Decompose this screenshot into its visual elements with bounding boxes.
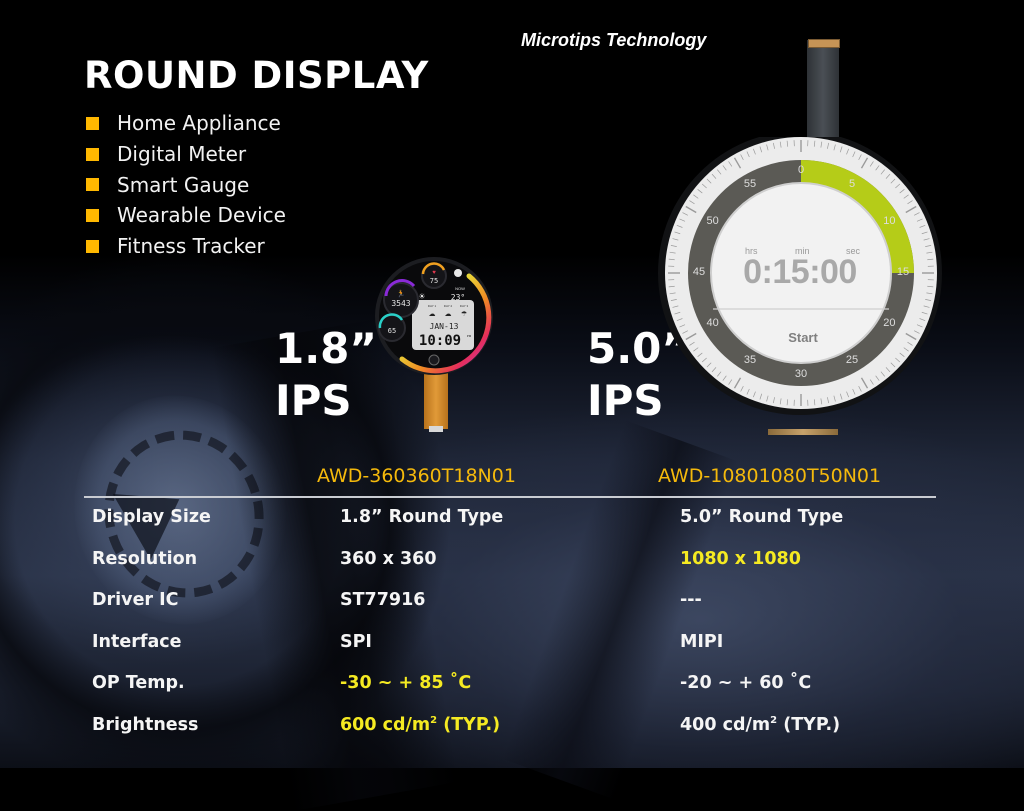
- spec-value-model-2: MIPI: [680, 632, 723, 652]
- large-display-connector: [808, 39, 840, 48]
- small-round-display-watch-face: 🏃 3543 ♥ 75 65 NOW ☀ 23° DAY 1 DAY 2 DAY…: [374, 256, 494, 376]
- start-button[interactable]: Start: [773, 330, 833, 345]
- time-value: 10:09: [419, 333, 461, 349]
- forecast-day-label: DAY 2: [444, 304, 453, 308]
- battery-value: 65: [388, 327, 396, 335]
- spec-row-label: Display Size: [92, 507, 211, 527]
- model-number-2: AWD-10801080T50N01: [658, 465, 881, 487]
- spec-value-model-2: 1080 x 1080: [680, 549, 801, 569]
- ampm-label: PM: [467, 334, 472, 338]
- spec-value-model-1: -30 ~ + 85 ˚C: [340, 673, 471, 693]
- application-label: Home Appliance: [117, 111, 281, 135]
- forecast-day-label: DAY 3: [460, 304, 469, 308]
- model-number-1: AWD-360360T18N01: [317, 465, 516, 487]
- steps-runner-icon: 🏃: [397, 289, 406, 298]
- brand-name: Microtips Technology: [521, 30, 706, 51]
- product-1-size: 1.8”: [275, 325, 377, 372]
- bullet-square-icon: [86, 178, 99, 191]
- rain-cloud-icon: ☂: [461, 310, 467, 318]
- application-item: Smart Gauge: [86, 169, 286, 200]
- bullet-square-icon: [86, 148, 99, 161]
- spec-value-model-1: ST77916: [340, 590, 425, 610]
- large-display-flex-cable: [807, 40, 839, 150]
- spec-value-model-1: 360 x 360: [340, 549, 437, 569]
- cloud-icon: ☁: [445, 311, 452, 318]
- small-display-connector: [429, 426, 443, 432]
- timer-readout: 0:15:00: [720, 253, 880, 292]
- application-item: Home Appliance: [86, 108, 286, 139]
- spec-value-model-2: ---: [680, 590, 702, 610]
- application-label: Digital Meter: [117, 142, 246, 166]
- bullet-square-icon: [86, 240, 99, 253]
- spec-value-model-1: SPI: [340, 632, 372, 652]
- application-list: Home Appliance Digital Meter Smart Gauge…: [86, 108, 286, 261]
- dial-number: 25: [840, 354, 864, 366]
- spec-value-model-1: 1.8” Round Type: [340, 507, 503, 527]
- weather-now-label: NOW: [455, 286, 465, 291]
- moon-icon: [454, 269, 462, 277]
- dial-number: 0: [789, 164, 813, 176]
- cloud-icon: ☁: [429, 311, 436, 318]
- spec-row-label: Driver IC: [92, 590, 179, 610]
- application-label: Smart Gauge: [117, 173, 249, 197]
- p-logo-icon: [429, 355, 439, 365]
- spec-value-model-2: 400 cd/m2 (TYP.): [680, 715, 840, 735]
- spec-value-model-2: -20 ~ + 60 ˚C: [680, 673, 811, 693]
- application-item: Fitness Tracker: [86, 231, 286, 262]
- dial-number: 40: [701, 317, 725, 329]
- dial-number: 30: [789, 368, 813, 380]
- dial-number: 5: [840, 178, 864, 190]
- application-label: Wearable Device: [117, 203, 286, 227]
- application-label: Fitness Tracker: [117, 234, 265, 258]
- spec-value-model-1: 600 cd/m2 (TYP.): [340, 715, 500, 735]
- bullet-square-icon: [86, 209, 99, 222]
- dial-number: 10: [877, 215, 901, 227]
- dial-number: 55: [738, 178, 762, 190]
- spec-row-label: Resolution: [92, 549, 197, 569]
- page-title: ROUND DISPLAY: [84, 54, 429, 97]
- spec-row-label: Interface: [92, 632, 182, 652]
- heart-rate-value: 75: [430, 277, 438, 285]
- sun-icon: ☀: [418, 292, 425, 301]
- spec-value-model-2: 5.0” Round Type: [680, 507, 843, 527]
- dial-number: 15: [891, 266, 915, 278]
- small-display-flex-cable: [424, 367, 448, 429]
- temperature-value: 23°: [451, 293, 465, 302]
- dial-number: 45: [687, 266, 711, 278]
- table-header-rule: [84, 496, 936, 498]
- heart-icon: ♥: [432, 270, 436, 276]
- spec-row-label: Brightness: [92, 715, 198, 735]
- steps-value: 3543: [391, 299, 410, 308]
- spec-row-label: OP Temp.: [92, 673, 185, 693]
- dial-number: 50: [701, 215, 725, 227]
- product-1-panel-type: IPS: [275, 377, 377, 424]
- product-1-size-label: 1.8” IPS: [275, 325, 377, 424]
- forecast-day-label: DAY 1: [428, 304, 437, 308]
- bullet-square-icon: [86, 117, 99, 130]
- application-item: Digital Meter: [86, 139, 286, 170]
- dial-number: 35: [738, 354, 762, 366]
- application-item: Wearable Device: [86, 200, 286, 231]
- date-value: JAN-13: [430, 322, 459, 331]
- dial-number: 20: [877, 317, 901, 329]
